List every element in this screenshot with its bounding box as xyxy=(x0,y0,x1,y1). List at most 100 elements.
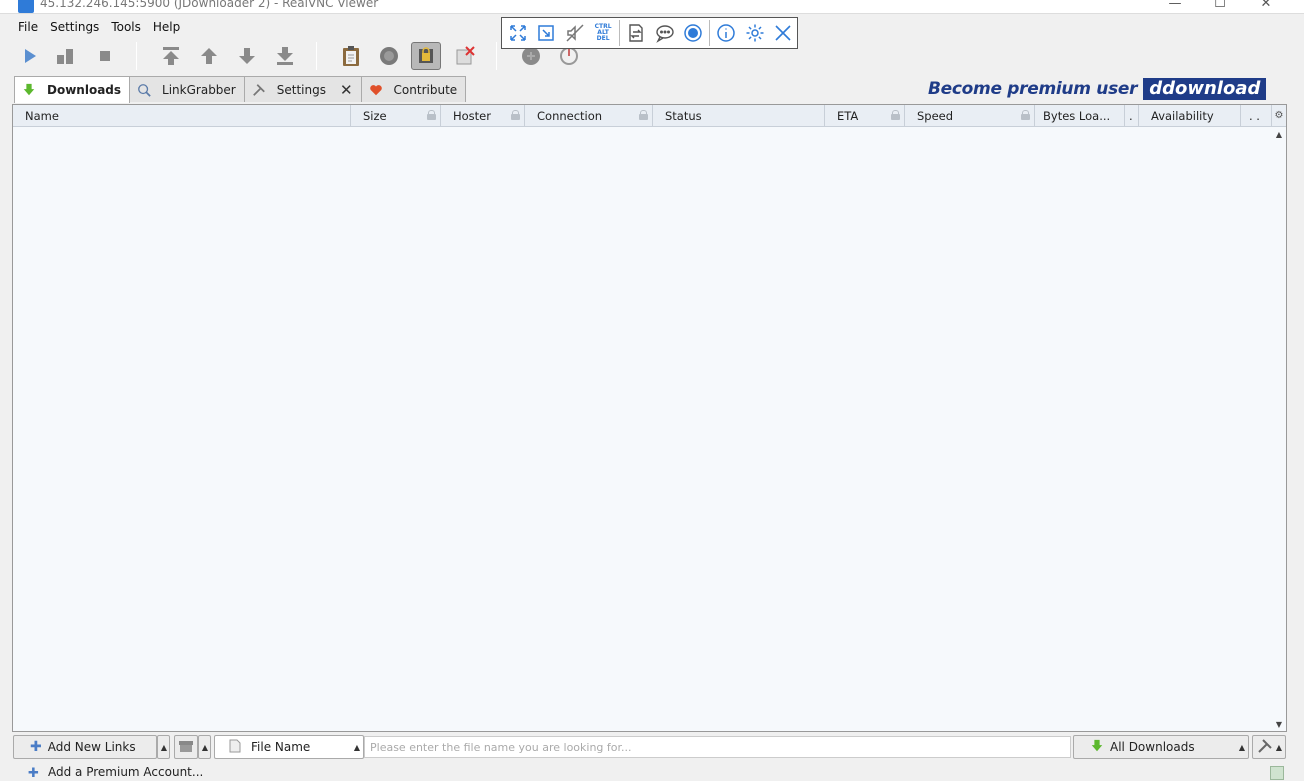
column-name[interactable]: Name xyxy=(13,105,351,127)
transfer-icon[interactable] xyxy=(622,19,650,47)
tab-bar: Downloads LinkGrabber Settings ✕ Contrib… xyxy=(14,76,467,103)
tab-close-icon[interactable]: ✕ xyxy=(340,81,353,99)
column-status[interactable]: Status xyxy=(653,105,825,127)
status-bar: ✚ Add a Premium Account... xyxy=(0,762,1304,781)
divider xyxy=(709,20,711,46)
menu-help[interactable]: Help xyxy=(147,20,186,34)
premium-banner-text: Become premium user xyxy=(928,79,1138,99)
scroll-down-arrow[interactable]: ▼ xyxy=(1274,721,1284,729)
ctrl-alt-del-icon[interactable]: CTRL ALT DEL xyxy=(589,19,617,47)
maximize-icon[interactable]: ☐ xyxy=(1210,0,1230,13)
vnc-app-icon xyxy=(18,0,34,13)
archive-icon xyxy=(178,738,194,757)
plus-icon: ✚ xyxy=(30,739,42,755)
close-icon[interactable] xyxy=(769,19,797,47)
tab-linkgrabber-label: LinkGrabber xyxy=(162,82,236,97)
add-new-links-button[interactable]: ✚ Add New Links xyxy=(13,735,157,759)
tab-settings-label: Settings xyxy=(276,82,326,97)
window-title: 45.132.246.145:5900 (JDownloader 2) - Re… xyxy=(40,0,379,10)
tab-contribute-label: Contribute xyxy=(393,82,458,97)
ddownload-logo: ddownload xyxy=(1143,78,1267,100)
mute-icon[interactable] xyxy=(561,19,589,47)
tools-icon xyxy=(251,82,267,98)
search-input[interactable] xyxy=(364,736,1071,758)
tab-linkgrabber[interactable]: LinkGrabber xyxy=(129,76,245,102)
view-filter-select[interactable]: All Downloads ▲ xyxy=(1073,735,1249,759)
divider xyxy=(619,20,621,46)
scale-icon[interactable] xyxy=(532,19,560,47)
archive-button[interactable] xyxy=(174,735,198,759)
vnc-title-bar: 45.132.246.145:5900 (JDownloader 2) - Re… xyxy=(0,0,1304,14)
move-up-icon[interactable] xyxy=(197,44,221,68)
move-to-bottom-icon[interactable] xyxy=(273,44,297,68)
premium-toggle-icon[interactable] xyxy=(411,42,441,70)
clean-up-icon[interactable] xyxy=(453,44,477,68)
table-header: Name Size Hoster Connection Status ETA S… xyxy=(13,105,1286,127)
menu-tools[interactable]: Tools xyxy=(105,20,147,34)
vnc-floating-toolbar: CTRL ALT DEL xyxy=(501,17,798,49)
move-down-icon[interactable] xyxy=(235,44,259,68)
lock-icon xyxy=(639,110,648,120)
menu-settings[interactable]: Settings xyxy=(44,20,105,34)
dropdown-arrow-icon: ▲ xyxy=(1238,743,1245,752)
clipboard-observer-icon[interactable] xyxy=(339,44,363,68)
plus-icon: ✚ xyxy=(28,766,39,781)
column-availability[interactable]: Availability xyxy=(1139,105,1241,127)
search-field-label: File Name xyxy=(251,740,311,754)
view-filter-label: All Downloads xyxy=(1110,740,1195,754)
lock-icon xyxy=(511,110,520,120)
column-resize-handle[interactable]: . xyxy=(1125,105,1139,127)
reconnect-icon[interactable] xyxy=(377,44,401,68)
toolbar-divider xyxy=(136,42,137,70)
status-indicator-icon[interactable] xyxy=(1270,766,1284,780)
column-size[interactable]: Size xyxy=(351,105,441,127)
window-close-icon[interactable]: ✕ xyxy=(1256,0,1276,13)
add-premium-account-link[interactable]: Add a Premium Account... xyxy=(48,765,203,779)
premium-banner[interactable]: Become premium user ddownload xyxy=(928,78,1288,100)
dropdown-arrow-icon: ▲ xyxy=(353,743,360,752)
pause-downloads-icon[interactable] xyxy=(53,44,77,68)
minimize-icon[interactable]: — xyxy=(1165,0,1185,13)
toolbar-divider xyxy=(496,42,497,70)
scroll-up-arrow[interactable]: ▲ xyxy=(1274,131,1284,139)
chat-icon[interactable] xyxy=(651,19,679,47)
column-speed[interactable]: Speed xyxy=(905,105,1035,127)
download-arrow-icon xyxy=(1090,739,1104,756)
move-to-top-icon[interactable] xyxy=(159,44,183,68)
add-links-menu-arrow[interactable]: ▲ xyxy=(157,735,170,759)
lock-icon xyxy=(891,110,900,120)
tab-downloads-label: Downloads xyxy=(47,83,122,97)
heart-icon xyxy=(368,82,384,98)
download-arrow-icon xyxy=(21,82,37,98)
del-label: DEL xyxy=(596,35,610,42)
downloads-table[interactable]: Name Size Hoster Connection Status ETA S… xyxy=(12,104,1287,732)
tab-settings[interactable]: Settings ✕ xyxy=(243,76,362,102)
lock-icon xyxy=(1021,110,1030,120)
tools-icon xyxy=(1257,738,1273,757)
search-field-select[interactable]: File Name ▲ xyxy=(214,735,364,759)
column-settings-icon[interactable]: ⚙ xyxy=(1272,105,1286,127)
settings-icon[interactable] xyxy=(740,19,768,47)
dropdown-arrow-icon: ▲ xyxy=(1275,743,1282,752)
file-icon xyxy=(229,739,241,756)
menu-file[interactable]: File xyxy=(12,20,44,34)
archive-menu-arrow[interactable]: ▲ xyxy=(198,735,211,759)
quick-settings-button[interactable]: ▲ xyxy=(1252,735,1286,759)
stop-downloads-icon[interactable] xyxy=(93,44,117,68)
linkgrabber-icon xyxy=(136,82,152,98)
toolbar-divider xyxy=(316,42,317,70)
lock-icon xyxy=(427,110,436,120)
column-hoster[interactable]: Hoster xyxy=(441,105,525,127)
add-new-links-label: Add New Links xyxy=(47,740,136,754)
record-icon[interactable] xyxy=(679,19,707,47)
start-downloads-icon[interactable] xyxy=(18,44,42,68)
column-bytes-loaded[interactable]: Bytes Loa... xyxy=(1035,105,1125,127)
fullscreen-icon[interactable] xyxy=(504,19,532,47)
column-more[interactable]: . . xyxy=(1241,105,1272,127)
tab-contribute[interactable]: Contribute xyxy=(360,76,467,102)
column-connection[interactable]: Connection xyxy=(525,105,653,127)
bottom-toolbar: ✚ Add New Links ▲ ▲ File Name ▲ All Down… xyxy=(12,735,1287,759)
info-icon[interactable] xyxy=(712,19,740,47)
column-eta[interactable]: ETA xyxy=(825,105,905,127)
tab-downloads[interactable]: Downloads xyxy=(14,76,131,103)
